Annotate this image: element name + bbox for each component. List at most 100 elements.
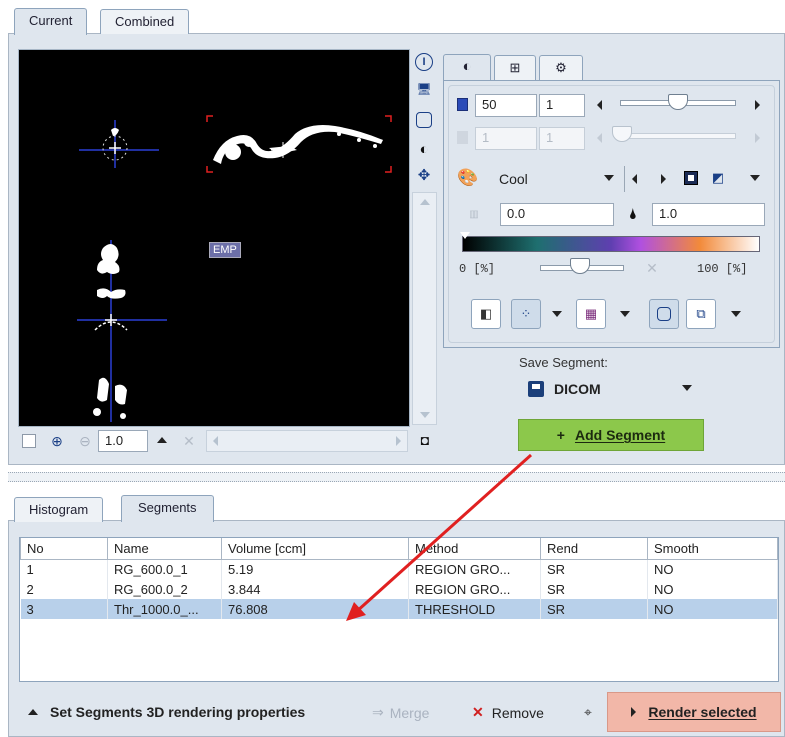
outline-button[interactable] <box>649 299 679 329</box>
remove-button[interactable]: ✕ Remove <box>472 704 544 721</box>
tab-combined[interactable]: Combined <box>100 9 190 34</box>
display-icon[interactable]: 🖥 <box>415 80 433 98</box>
lower-prev-arrow[interactable] <box>597 133 602 143</box>
range-max-label: 100 [%] <box>697 262 748 276</box>
fusion-menu-arrow[interactable] <box>731 311 741 317</box>
cell-smooth: NO <box>647 579 778 599</box>
segmentation-view <box>77 115 392 422</box>
lower-slider[interactable] <box>620 133 736 139</box>
lower-frame-field[interactable]: 1 <box>539 127 585 150</box>
viewer-checkbox[interactable] <box>22 434 36 448</box>
cell-smooth: NO <box>647 599 778 619</box>
floppy-disk-icon <box>528 381 544 397</box>
segments-table: No Name Volume [ccm] Method Rend Smooth … <box>20 538 778 619</box>
upper-value-field[interactable]: 50 <box>475 94 537 117</box>
segments-table-container: No Name Volume [ccm] Method Rend Smooth … <box>19 537 779 682</box>
snapshot-icon[interactable]: ◘ <box>415 430 435 450</box>
cell-name: Thr_1000.0_... <box>107 599 222 619</box>
settings-tab-strip <box>442 52 782 80</box>
pin-icon[interactable]: ⌖ <box>579 702 597 722</box>
cell-rend: SR <box>540 559 648 579</box>
overlay-mode-button[interactable]: ◧ <box>471 299 501 329</box>
tab-layout[interactable]: ⊞ <box>494 55 536 80</box>
viewer-horizontal-scrollbar[interactable] <box>206 430 408 452</box>
zoom-in-icon[interactable]: ⊕ <box>48 432 66 450</box>
crosshair-icon[interactable]: ✥ <box>415 166 433 184</box>
palette-icon[interactable]: 🎨 <box>457 168 479 188</box>
upper-frame-field[interactable]: 1 <box>539 94 585 117</box>
cell-method: THRESHOLD <box>408 599 541 619</box>
viewer-vertical-scrollbar[interactable] <box>412 192 437 425</box>
grid-layout-button[interactable]: ⁘ <box>511 299 541 329</box>
color-bar-min-marker[interactable] <box>460 232 470 239</box>
contrast-icon[interactable]: ◐ <box>415 140 433 158</box>
range-reset-icon[interactable]: ✕ <box>645 260 659 276</box>
lower-next-arrow[interactable] <box>755 133 760 143</box>
col-rend[interactable]: Rend <box>540 538 648 560</box>
cell-smooth: NO <box>647 559 778 579</box>
add-segment-button[interactable]: + Add Segment <box>518 419 704 451</box>
zoom-up-arrow[interactable] <box>157 437 167 443</box>
max-value-field[interactable]: 1.0 <box>652 203 765 226</box>
lower-color-swatch <box>457 131 468 144</box>
emp-label: EMP <box>209 242 241 258</box>
min-value-field[interactable]: 0.0 <box>500 203 614 226</box>
colormap-menu-arrow[interactable] <box>750 175 760 181</box>
zoom-out-icon[interactable]: ⊖ <box>76 432 94 450</box>
cell-method: REGION GRO... <box>408 579 541 599</box>
colormap-dropdown-arrow[interactable] <box>604 175 614 181</box>
cell-volume: 76.808 <box>221 599 409 619</box>
scroll-up-arrow[interactable] <box>420 199 430 205</box>
fusion-button[interactable]: ⧉ <box>686 299 716 329</box>
upper-color-swatch <box>457 98 468 111</box>
cell-volume: 5.19 <box>221 559 409 579</box>
color-bar[interactable] <box>462 236 760 252</box>
tab-settings[interactable]: ⚙ <box>539 55 583 80</box>
lower-value-field[interactable]: 1 <box>475 127 537 150</box>
render-selected-button[interactable]: Render selected <box>607 692 781 732</box>
add-segment-label: Add Segment <box>574 427 666 443</box>
remove-x-icon: ✕ <box>472 704 484 720</box>
col-method[interactable]: Method <box>408 538 541 560</box>
tab-histogram[interactable]: Histogram <box>14 497 104 522</box>
col-volume[interactable]: Volume [ccm] <box>221 538 409 560</box>
set-3d-properties-button[interactable]: Set Segments 3D rendering properties <box>28 704 305 720</box>
tab-current[interactable]: Current <box>14 8 88 35</box>
cell-name: RG_600.0_2 <box>107 579 222 599</box>
roi-icon[interactable] <box>416 112 432 128</box>
colormap-options-icon[interactable]: ◩ <box>710 170 726 185</box>
panel-splitter[interactable] <box>8 472 785 482</box>
col-name[interactable]: Name <box>107 538 222 560</box>
col-smooth[interactable]: Smooth <box>647 538 778 560</box>
tab-contrast[interactable]: ◐ <box>443 54 491 81</box>
cell-rend: SR <box>540 579 648 599</box>
upper-prev-arrow[interactable] <box>597 100 602 110</box>
image-viewer[interactable]: EMP <box>18 49 410 427</box>
info-icon[interactable]: I <box>415 53 433 71</box>
tab-segments[interactable]: Segments <box>121 495 214 522</box>
colormap-next-arrow[interactable] <box>661 174 666 184</box>
save-format-select[interactable]: DICOM <box>554 381 601 397</box>
save-segment-label: Save Segment: <box>519 355 608 370</box>
colormap-invert-icon[interactable] <box>684 171 698 185</box>
table-row[interactable]: 2 RG_600.0_2 3.844 REGION GRO... SR NO <box>20 579 778 599</box>
pattern-button[interactable]: ▦ <box>576 299 606 329</box>
cell-no: 2 <box>20 579 108 599</box>
col-no[interactable]: No <box>20 538 108 560</box>
save-format-dropdown-arrow[interactable] <box>682 385 692 391</box>
scroll-down-arrow[interactable] <box>420 412 430 418</box>
table-row-selected[interactable]: 3 Thr_1000.0_... 76.808 THRESHOLD SR NO <box>20 599 778 619</box>
grid-layout-menu-arrow[interactable] <box>552 311 562 317</box>
zoom-field[interactable]: 1.0 <box>98 430 148 452</box>
table-row[interactable]: 1 RG_600.0_1 5.19 REGION GRO... SR NO <box>20 559 778 579</box>
pattern-menu-arrow[interactable] <box>620 311 630 317</box>
colormap-select[interactable]: Cool <box>499 171 528 187</box>
merge-button[interactable]: ⇒ Merge <box>372 704 429 721</box>
zoom-reset-icon[interactable]: ✕ <box>182 432 196 450</box>
colormap-prev-arrow[interactable] <box>632 174 637 184</box>
min-range-icon: ▥ <box>469 208 479 220</box>
cell-no: 1 <box>20 559 108 579</box>
upper-next-arrow[interactable] <box>755 100 760 110</box>
add-plus-icon: + <box>556 427 565 443</box>
cell-volume: 3.844 <box>221 579 409 599</box>
